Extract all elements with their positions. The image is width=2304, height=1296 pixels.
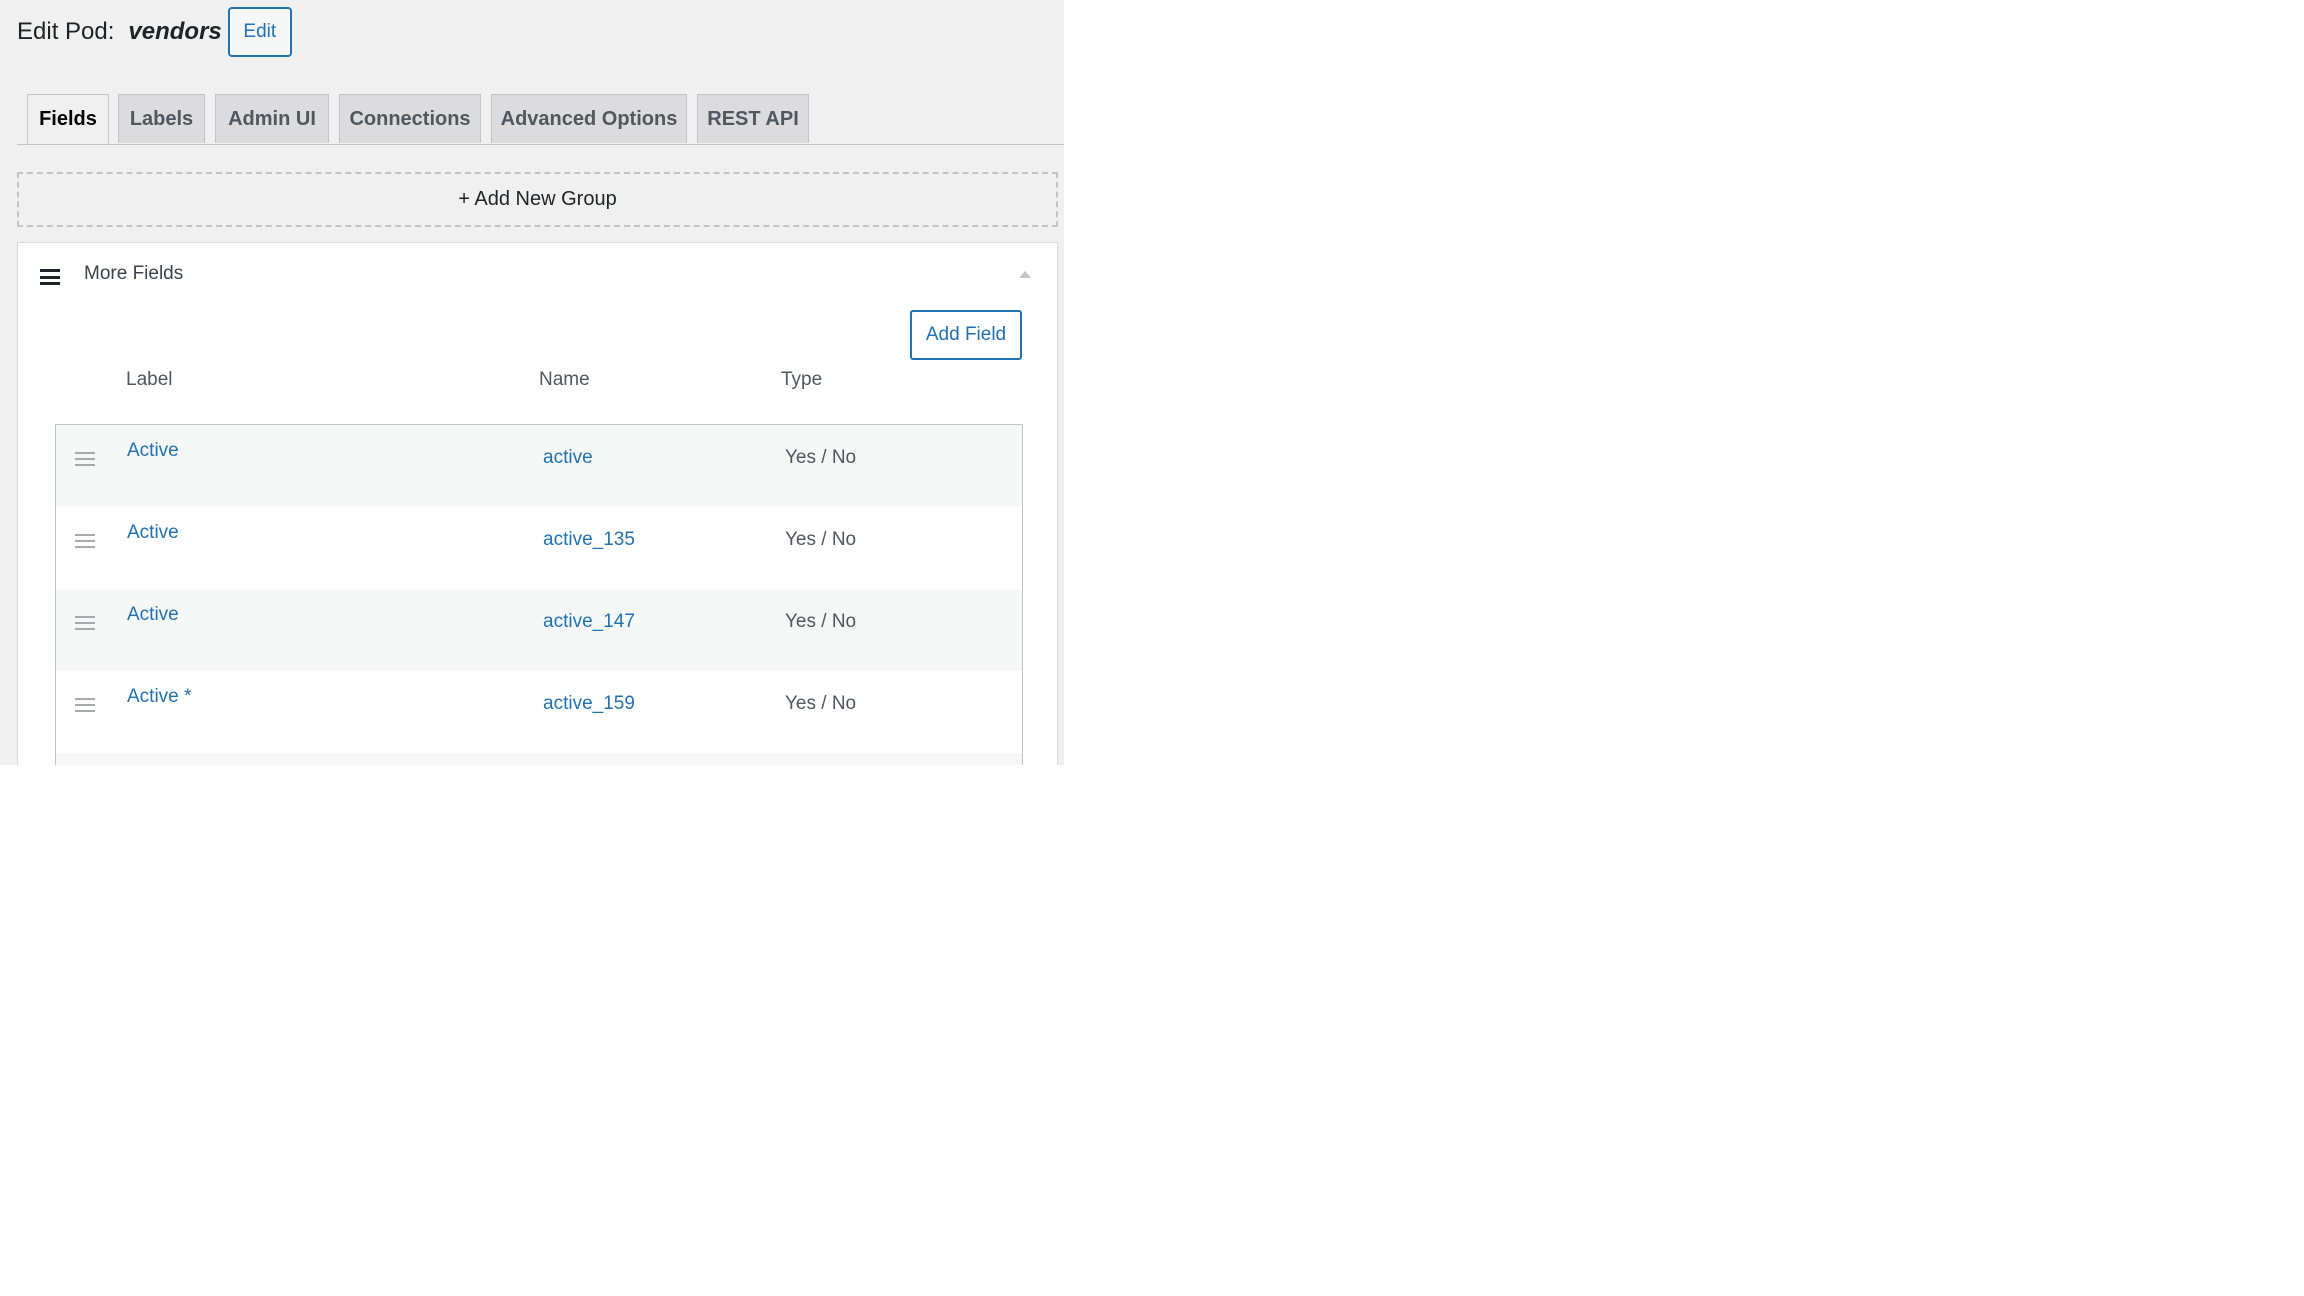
tab-labels[interactable]: Labels xyxy=(118,94,205,143)
tab-advanced-options[interactable]: Advanced Options xyxy=(491,94,687,143)
drag-handle-icon[interactable] xyxy=(75,452,95,466)
tab-admin-ui[interactable]: Admin UI xyxy=(215,94,329,143)
collapse-arrow-icon[interactable] xyxy=(1019,271,1031,278)
field-name-link[interactable]: active_147 xyxy=(543,611,635,633)
tab-connections[interactable]: Connections xyxy=(339,94,481,143)
pod-editor: Edit Pod: vendors Edit Fields Labels Adm… xyxy=(0,0,1064,765)
group-title: More Fields xyxy=(84,263,184,284)
pod-name: vendors xyxy=(128,18,222,45)
tab-bar: Fields Labels Admin UI Connections Advan… xyxy=(17,94,1064,145)
column-header-label: Label xyxy=(126,369,173,390)
column-header-name: Name xyxy=(539,369,590,390)
add-field-button[interactable]: Add Field xyxy=(910,310,1022,360)
field-row: Active active_135 Yes / No xyxy=(56,507,1022,589)
group-header[interactable]: More Fields xyxy=(18,243,1057,305)
field-group: More Fields Add Field Label Name Type Ac… xyxy=(17,242,1058,765)
field-type: Yes / No xyxy=(785,611,857,632)
field-name-link[interactable]: active_135 xyxy=(543,529,635,551)
field-row: Active * active_159 Yes / No xyxy=(56,671,1022,753)
field-name-link[interactable]: active xyxy=(543,447,593,469)
edit-pod-button[interactable]: Edit xyxy=(227,7,292,57)
column-header-type: Type xyxy=(781,369,823,390)
drag-handle-icon[interactable] xyxy=(75,616,95,630)
field-label-link[interactable]: Active xyxy=(127,440,179,462)
field-label-link[interactable]: Active xyxy=(127,604,179,626)
drag-handle-icon[interactable] xyxy=(75,698,95,712)
field-row xyxy=(56,753,1022,765)
tab-rest-api[interactable]: REST API xyxy=(697,94,809,143)
tab-fields[interactable]: Fields xyxy=(27,94,109,144)
field-row: Active active Yes / No xyxy=(56,425,1022,507)
field-row: Active active_147 Yes / No xyxy=(56,589,1022,671)
page-header: Edit Pod: vendors Edit xyxy=(17,6,292,58)
drag-handle-icon[interactable] xyxy=(75,534,95,548)
field-label-link[interactable]: Active * xyxy=(127,686,191,708)
fields-list: Active active Yes / No Active active_135… xyxy=(55,424,1023,765)
field-label-link[interactable]: Active xyxy=(127,522,179,544)
field-type: Yes / No xyxy=(785,447,857,468)
page-title: Edit Pod: xyxy=(17,18,115,45)
field-type: Yes / No xyxy=(785,693,857,714)
add-new-group-button[interactable]: + Add New Group xyxy=(17,172,1058,227)
field-name-link[interactable]: active_159 xyxy=(543,693,635,715)
drag-handle-icon[interactable] xyxy=(40,269,60,285)
field-type: Yes / No xyxy=(785,529,857,550)
